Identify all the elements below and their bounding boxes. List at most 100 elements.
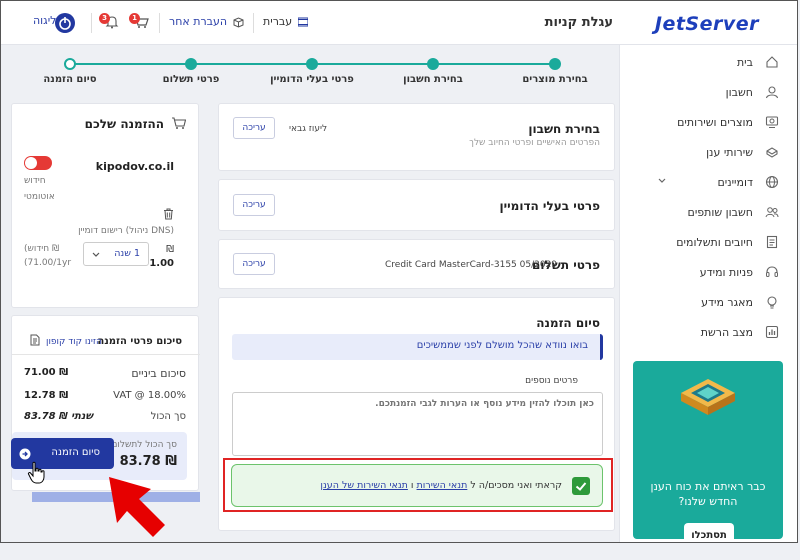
account-card-subtitle: הפרטים האישיים ופרטי החיוב שלך: [469, 138, 600, 148]
sidebar-item-label: דומיינים: [717, 176, 753, 189]
account-name: ליעוז גבאי: [289, 124, 328, 134]
partners-icon: [765, 207, 779, 218]
check-icon: [575, 482, 587, 491]
summary-row-value: 83.78 ₪ שנתי: [24, 411, 93, 422]
toggle-knob: [25, 157, 37, 169]
trash-icon[interactable]: [163, 208, 174, 220]
top-bar: JetServer עגלת קניות עברית העברת אחר 1 3…: [1, 1, 797, 45]
coupon-link[interactable]: הזינו קוד קופון: [46, 337, 102, 347]
order-card: ההזמנה שלכם kipodov.co.il חידוש אוטומטי …: [11, 103, 199, 308]
promo-button[interactable]: תסתכלו: [684, 523, 734, 539]
page-title: עגלת קניות: [544, 15, 613, 30]
edit-account-button[interactable]: עריכה: [233, 117, 275, 139]
globe-icon: [765, 175, 779, 189]
account-card: בחירת חשבון הפרטים האישיים ופרטי החיוב ש…: [218, 103, 615, 171]
sidebar-item-label: מצב הרשת: [700, 326, 753, 339]
step-dot-5: [64, 58, 76, 70]
product-icon: [765, 116, 779, 128]
notice-banner: בואו נוודא שהכל מושלם לפני שממשיכים: [232, 334, 603, 360]
transfer-label: העברת אחר: [169, 15, 228, 28]
logo[interactable]: JetServer: [655, 13, 759, 35]
sidebar: בית חשבון מוצרים ושירותים שירותי ענן דומ…: [619, 45, 797, 542]
price-currency: ₪: [166, 244, 174, 255]
sidebar-item-label: פניות ומידע: [699, 266, 753, 279]
sidebar-item-network-status[interactable]: מצב הרשת: [619, 317, 797, 347]
summary-row-value: 12.78 ₪: [24, 390, 69, 401]
summary-row-label: סך הכול: [150, 411, 186, 422]
step-dot-1: [549, 58, 561, 70]
finish-card-title: סיום הזמנה: [536, 316, 600, 330]
auto-renew-label-1: חידוש: [24, 176, 46, 186]
domain-owner-card: פרטי בעלי הדומיין עריכה: [218, 179, 615, 231]
cart-button[interactable]: 1: [129, 13, 149, 32]
step-dot-2: [427, 58, 439, 70]
terms-of-service-link[interactable]: תנאי השירות: [417, 480, 468, 491]
item-description: רישום דומיין (ניהול DNS): [78, 226, 174, 236]
renew-label: (חידוש ₪: [24, 244, 60, 254]
cart-icon: [172, 117, 186, 129]
language-label: עברית: [263, 15, 293, 28]
period-select[interactable]: 1 שנה: [83, 242, 149, 266]
red-arrow-annotation: [109, 477, 165, 537]
promo-text: כבר ראיתם את כוח הענן החדש שלנו?: [650, 480, 766, 508]
summary-row-value: 71.00 ₪: [24, 367, 69, 378]
terms-checkbox[interactable]: [572, 477, 590, 495]
order-title: ההזמנה שלכם: [84, 117, 164, 131]
hand-cursor-icon: [27, 461, 45, 484]
sidebar-item-partners[interactable]: חשבון שותפים: [619, 197, 797, 227]
sidebar-item-label: חיובים ותשלומים: [676, 236, 753, 249]
sidebar-item-account[interactable]: חשבון: [619, 77, 797, 107]
summary-row-label: סיכום ביניים: [131, 367, 186, 380]
sidebar-item-label: מוצרים ושירותים: [677, 116, 753, 129]
step-label-payment[interactable]: פרטי תשלום: [131, 74, 251, 85]
complete-order-label: סיום הזמנה: [51, 447, 100, 458]
notice-text: בואו נוודא שהכל מושלם לפני שממשיכים: [416, 340, 588, 351]
logout-button[interactable]: ליגוה: [33, 14, 56, 27]
auto-renew-toggle[interactable]: [24, 156, 52, 170]
sidebar-item-support[interactable]: פניות ומידע: [619, 257, 797, 287]
summary-title: סיכום פרטי הזמנה: [97, 336, 182, 347]
language-flag-icon: [297, 17, 309, 27]
edit-payment-button[interactable]: עריכה: [233, 253, 275, 275]
period-value: 1 שנה: [114, 248, 140, 259]
language-selector[interactable]: עברית: [263, 15, 309, 28]
finish-order-card: סיום הזמנה בואו נוודא שהכל מושלם לפני שמ…: [218, 297, 615, 531]
sidebar-item-label: מאגר מידע: [701, 296, 753, 309]
transfer-link[interactable]: העברת אחר: [169, 15, 244, 28]
divider: [12, 354, 200, 355]
terms-separator: ו: [407, 480, 417, 491]
step-label-account[interactable]: בחירת חשבון: [373, 74, 493, 85]
total-value: 83.78 ₪: [119, 454, 177, 469]
sidebar-item-domains[interactable]: דומיינים: [619, 167, 797, 197]
sidebar-item-knowledgebase[interactable]: מאגר מידע: [619, 287, 797, 317]
power-icon[interactable]: [55, 13, 75, 33]
chevron-down-icon: [658, 178, 666, 183]
step-label-domain-owner[interactable]: פרטי בעלי הדומיין: [252, 74, 372, 85]
summary-row-label: VAT @ 18.00%: [113, 390, 186, 401]
auto-renew-label-2: אוטומטי: [24, 192, 55, 202]
step-label-products[interactable]: בחירת מוצרים: [495, 74, 615, 85]
sidebar-item-label: שירותי ענן: [706, 146, 753, 159]
notes-textarea[interactable]: [232, 392, 603, 456]
edit-domain-owner-button[interactable]: עריכה: [233, 194, 275, 216]
sidebar-item-label: חשבון: [725, 86, 753, 99]
logout-label: ליגוה: [33, 14, 57, 27]
notifications-button[interactable]: 3: [99, 13, 119, 32]
sidebar-item-billing[interactable]: חיובים ותשלומים: [619, 227, 797, 257]
terms-box: קראתי ואני מסכים/ה ל תנאי השירות ו תנאי …: [231, 464, 603, 507]
chevron-down-icon: [92, 252, 100, 257]
sidebar-item-label: בית: [736, 56, 753, 69]
renew-price: (71.00/1yr: [24, 258, 72, 268]
sidebar-item-label: חשבון שותפים: [687, 206, 753, 219]
account-card-title: בחירת חשבון: [528, 122, 600, 136]
cloud-terms-link[interactable]: תנאי השירות של הענן: [320, 480, 408, 491]
domain-name: kipodov.co.il: [95, 160, 174, 173]
sidebar-item-products[interactable]: מוצרים ושירותים: [619, 107, 797, 137]
headset-icon: [766, 266, 778, 277]
step-dot-4: [185, 58, 197, 70]
invoice-icon: [766, 235, 778, 249]
payment-card: פרטי תשלום Credit Card MasterCard-3155 0…: [218, 239, 615, 289]
chart-icon: [765, 325, 779, 339]
sidebar-item-home[interactable]: בית: [619, 47, 797, 77]
sidebar-item-cloud[interactable]: שירותי ענן: [619, 137, 797, 167]
